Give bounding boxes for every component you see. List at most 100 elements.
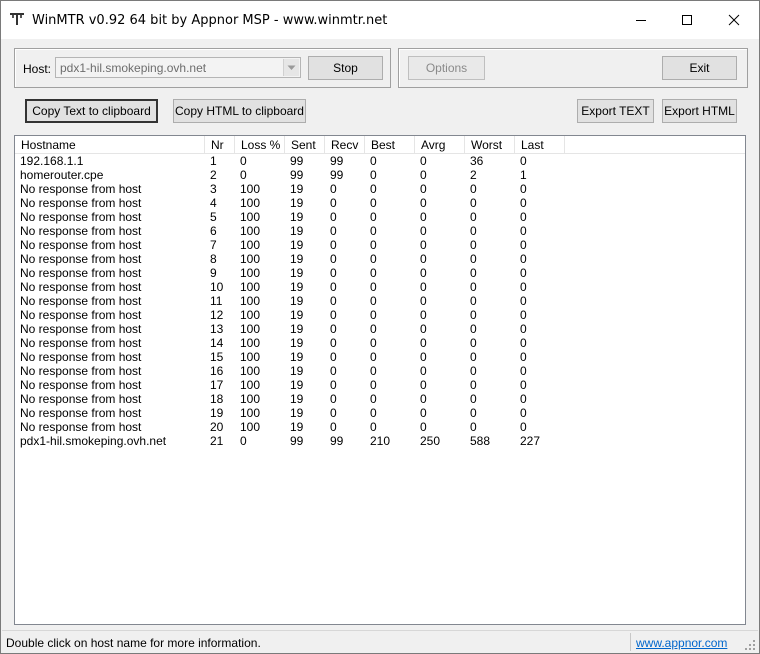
- table-row[interactable]: No response from host 8 100 19 0 0 0 0 0: [15, 252, 745, 266]
- cell-loss: 100: [240, 392, 261, 406]
- cell-avrg: 0: [420, 196, 427, 210]
- column-header-nr[interactable]: Nr: [205, 136, 235, 154]
- minimize-icon: [636, 20, 646, 21]
- cell-avrg: 0: [420, 266, 427, 280]
- cell-loss: 100: [240, 336, 261, 350]
- table-row[interactable]: No response from host 20 100 19 0 0 0 0 0: [15, 420, 745, 434]
- cell-last: 0: [520, 266, 527, 280]
- table-row[interactable]: homerouter.cpe 2 0 99 99 0 0 2 1: [15, 168, 745, 182]
- appnor-link[interactable]: www.appnor.com: [636, 636, 727, 650]
- table-row[interactable]: No response from host 5 100 19 0 0 0 0 0: [15, 210, 745, 224]
- table-row[interactable]: No response from host 7 100 19 0 0 0 0 0: [15, 238, 745, 252]
- table-row[interactable]: pdx1-hil.smokeping.ovh.net 21 0 99 99 210 250 5…: [15, 434, 745, 448]
- column-header-best[interactable]: Best: [365, 136, 415, 154]
- column-header-sent[interactable]: Sent: [285, 136, 325, 154]
- cell-recv: 0: [330, 224, 337, 238]
- column-header-loss[interactable]: Loss %: [235, 136, 285, 154]
- cell-last: 0: [520, 350, 527, 364]
- cell-avrg: 250: [420, 434, 441, 448]
- cell-hostname: 192.168.1.1: [20, 154, 84, 168]
- close-button[interactable]: [711, 1, 757, 39]
- table-row[interactable]: No response from host 19 100 19 0 0 0 0 0: [15, 406, 745, 420]
- cell-nr: 5: [210, 210, 217, 224]
- results-table[interactable]: Hostname Nr Loss % Sent Recv Best Avrg Worst Las…: [14, 135, 746, 625]
- exit-button[interactable]: Exit: [662, 56, 737, 80]
- host-combobox[interactable]: pdx1-hil.smokeping.ovh.net: [55, 57, 301, 78]
- cell-worst: 36: [470, 154, 484, 168]
- cell-worst: 0: [470, 378, 477, 392]
- cell-nr: 18: [210, 392, 224, 406]
- cell-best: 0: [370, 406, 377, 420]
- cell-loss: 0: [240, 154, 247, 168]
- cell-last: 227: [520, 434, 541, 448]
- cell-nr: 9: [210, 266, 217, 280]
- column-header-hostname[interactable]: Hostname: [15, 136, 205, 154]
- cell-best: 0: [370, 210, 377, 224]
- table-row[interactable]: No response from host 17 100 19 0 0 0 0 0: [15, 378, 745, 392]
- table-row[interactable]: No response from host 15 100 19 0 0 0 0 0: [15, 350, 745, 364]
- cell-recv: 0: [330, 364, 337, 378]
- cell-sent: 19: [290, 336, 304, 350]
- title-bar[interactable]: WinMTR v0.92 64 bit by Appnor MSP - www.…: [1, 1, 759, 39]
- table-row[interactable]: No response from host 13 100 19 0 0 0 0 0: [15, 322, 745, 336]
- minimize-button[interactable]: [618, 1, 664, 39]
- cell-recv: 0: [330, 392, 337, 406]
- cell-recv: 0: [330, 266, 337, 280]
- cell-best: 0: [370, 322, 377, 336]
- cell-worst: 0: [470, 294, 477, 308]
- table-row[interactable]: No response from host 3 100 19 0 0 0 0 0: [15, 182, 745, 196]
- status-bar: Double click on host name for more infor…: [2, 630, 758, 653]
- cell-sent: 19: [290, 350, 304, 364]
- host-combobox-dropdown[interactable]: [283, 59, 299, 76]
- cell-recv: 0: [330, 336, 337, 350]
- cell-avrg: 0: [420, 238, 427, 252]
- cell-best: 0: [370, 364, 377, 378]
- cell-nr: 6: [210, 224, 217, 238]
- table-row[interactable]: No response from host 6 100 19 0 0 0 0 0: [15, 224, 745, 238]
- maximize-button[interactable]: [664, 1, 710, 39]
- column-header-last[interactable]: Last: [515, 136, 565, 154]
- export-html-button[interactable]: Export HTML: [662, 99, 737, 123]
- cell-worst: 0: [470, 280, 477, 294]
- cell-sent: 19: [290, 280, 304, 294]
- cell-worst: 2: [470, 168, 477, 182]
- cell-last: 0: [520, 182, 527, 196]
- cell-avrg: 0: [420, 308, 427, 322]
- cell-avrg: 0: [420, 224, 427, 238]
- table-row[interactable]: No response from host 12 100 19 0 0 0 0 0: [15, 308, 745, 322]
- cell-avrg: 0: [420, 182, 427, 196]
- cell-recv: 0: [330, 252, 337, 266]
- table-row[interactable]: No response from host 16 100 19 0 0 0 0 0: [15, 364, 745, 378]
- stop-button[interactable]: Stop: [308, 56, 383, 80]
- column-header-recv[interactable]: Recv: [325, 136, 365, 154]
- table-row[interactable]: No response from host 18 100 19 0 0 0 0 0: [15, 392, 745, 406]
- cell-loss: 100: [240, 280, 261, 294]
- cell-best: 0: [370, 196, 377, 210]
- column-header-worst[interactable]: Worst: [465, 136, 515, 154]
- table-row[interactable]: 192.168.1.1 1 0 99 99 0 0 36 0: [15, 154, 745, 168]
- cell-loss: 100: [240, 210, 261, 224]
- column-header-avrg[interactable]: Avrg: [415, 136, 465, 154]
- export-text-button[interactable]: Export TEXT: [577, 99, 654, 123]
- cell-sent: 19: [290, 308, 304, 322]
- options-button[interactable]: Options: [408, 56, 485, 80]
- cell-avrg: 0: [420, 294, 427, 308]
- table-row[interactable]: No response from host 4 100 19 0 0 0 0 0: [15, 196, 745, 210]
- cell-last: 0: [520, 196, 527, 210]
- copy-text-button[interactable]: Copy Text to clipboard: [25, 99, 158, 123]
- cell-loss: 0: [240, 434, 247, 448]
- resize-grip-icon[interactable]: [744, 639, 756, 651]
- table-row[interactable]: No response from host 11 100 19 0 0 0 0 0: [15, 294, 745, 308]
- status-text: Double click on host name for more infor…: [6, 636, 261, 650]
- cell-hostname: No response from host: [20, 266, 142, 280]
- copy-html-button[interactable]: Copy HTML to clipboard: [173, 99, 306, 123]
- table-row[interactable]: No response from host 10 100 19 0 0 0 0 0: [15, 280, 745, 294]
- cell-avrg: 0: [420, 336, 427, 350]
- cell-sent: 19: [290, 238, 304, 252]
- cell-loss: 100: [240, 196, 261, 210]
- cell-avrg: 0: [420, 168, 427, 182]
- table-row[interactable]: No response from host 14 100 19 0 0 0 0 0: [15, 336, 745, 350]
- cell-nr: 2: [210, 168, 217, 182]
- table-row[interactable]: No response from host 9 100 19 0 0 0 0 0: [15, 266, 745, 280]
- cell-recv: 0: [330, 182, 337, 196]
